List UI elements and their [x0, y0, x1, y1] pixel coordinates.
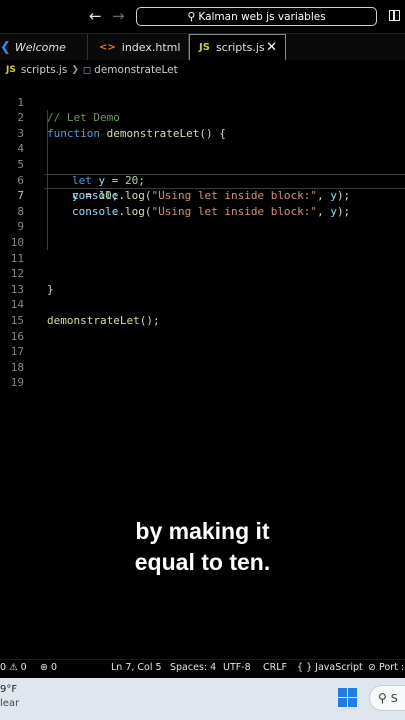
close-icon[interactable]: ✕: [266, 40, 277, 55]
video-caption: by making it equal to ten.: [0, 516, 405, 578]
symbol-method-icon: ◻: [82, 64, 92, 76]
arrow-left-icon[interactable]: ←: [89, 7, 102, 25]
title-bar: ← → ⚲ Kalman web js variables: [0, 0, 405, 34]
breadcrumb-file[interactable]: scripts.js: [21, 64, 67, 76]
cursor-position[interactable]: Ln 7, Col 5: [111, 662, 162, 673]
js-icon: JS: [199, 42, 210, 53]
vscode-icon: ❮: [0, 39, 11, 55]
code-line-content: y = 10;: [0, 173, 405, 202]
weather-temperature[interactable]: 9°F: [0, 684, 17, 695]
code-line: 3: [0, 110, 405, 140]
code-punctuation: ,: [317, 204, 331, 218]
language-mode[interactable]: { } JavaScript: [297, 662, 363, 673]
no-entry-icon: ⊘: [368, 662, 376, 673]
code-line-content: console.log("Using let inside block:", y…: [0, 188, 405, 218]
braces-icon: { }: [297, 662, 313, 673]
encoding-setting[interactable]: UTF-8: [223, 662, 251, 673]
code-line: 4: [0, 126, 405, 155]
arrow-right-icon[interactable]: →: [112, 7, 125, 25]
breadcrumb-symbol[interactable]: demonstrateLet: [94, 64, 178, 76]
tab-scripts-js[interactable]: JS scripts.js ✕: [189, 34, 286, 60]
code-line: 5 let y = 20;: [0, 141, 405, 187]
status-bar: 0 ⚠ 0 ⊛ 0 Ln 7, Col 5 Spaces: 4 UTF-8 CR…: [0, 659, 405, 678]
code-line: 2 function demonstrateLet() {: [0, 95, 405, 140]
tab-label: index.html: [121, 40, 181, 54]
chevron-right-icon: ❯: [71, 65, 79, 75]
code-line: 10: [0, 219, 405, 249]
caption-line: by making it: [135, 518, 270, 544]
code-object: console: [72, 204, 119, 218]
ports-indicator[interactable]: ⊛ 0: [40, 662, 57, 673]
breadcrumb: JS scripts.js ❯ ◻ demonstrateLet: [0, 61, 405, 79]
code-line: 19: [0, 360, 405, 389]
tab-welcome[interactable]: ❮ Welcome: [0, 34, 88, 60]
indentation-setting[interactable]: Spaces: 4: [170, 662, 216, 673]
errors-count: 0: [0, 662, 7, 673]
taskbar-search-text: S: [390, 691, 398, 705]
command-center-search[interactable]: ⚲ Kalman web js variables: [136, 7, 377, 26]
code-line: 14 demonstrateLet();: [0, 282, 405, 327]
warnings-count: 0: [20, 662, 27, 673]
problems-indicator[interactable]: 0 ⚠ 0: [0, 662, 27, 673]
code-line: 15: [0, 297, 405, 327]
code-line: 11: [0, 235, 405, 265]
weather-description: lear: [0, 698, 20, 709]
language-label: JavaScript: [315, 662, 363, 673]
tab-label: scripts.js: [215, 41, 265, 54]
windows-start-icon[interactable]: [338, 688, 357, 707]
eol-setting[interactable]: CRLF: [263, 662, 287, 673]
code-line: 18: [0, 344, 405, 374]
taskbar-search[interactable]: ⚲ S: [369, 685, 405, 711]
search-text: Kalman web js variables: [198, 10, 326, 23]
code-variable: y: [330, 204, 337, 218]
search-icon: ⚲: [187, 10, 196, 23]
ports-count: 0: [51, 662, 58, 673]
js-icon: JS: [6, 65, 16, 75]
code-line: 16: [0, 313, 405, 343]
code-punctuation: .: [118, 204, 125, 218]
caption-line: equal to ten.: [134, 549, 271, 575]
editor-tabs: ❮ Welcome <> index.html JS scripts.js ✕: [0, 34, 405, 60]
broadcast-icon: ⊛: [40, 662, 48, 673]
live-server-port[interactable]: ⊘ Port :: [368, 662, 404, 673]
code-punctuation: );: [336, 204, 351, 218]
code-line: 17: [0, 329, 405, 358]
tab-index-html[interactable]: <> index.html: [88, 34, 189, 60]
windows-taskbar: 9°F lear ⚲ S: [0, 678, 405, 720]
port-label: Port :: [379, 662, 405, 673]
layout-toggle-icon[interactable]: [389, 10, 400, 21]
html-icon: <>: [99, 41, 116, 53]
code-function-name: log: [124, 204, 145, 218]
code-line: 1 // Let Demo: [0, 79, 405, 125]
code-line: 13: [0, 266, 405, 296]
search-icon: ⚲: [378, 691, 387, 705]
code-line: 6 console.log("Using let inside block:",…: [0, 157, 405, 203]
code-string: "Using let inside block:": [151, 204, 318, 218]
tab-label: Welcome: [14, 40, 66, 54]
line-number: 19: [10, 376, 24, 390]
warning-icon: ⚠: [9, 662, 18, 673]
code-line: 12 }: [0, 251, 405, 296]
